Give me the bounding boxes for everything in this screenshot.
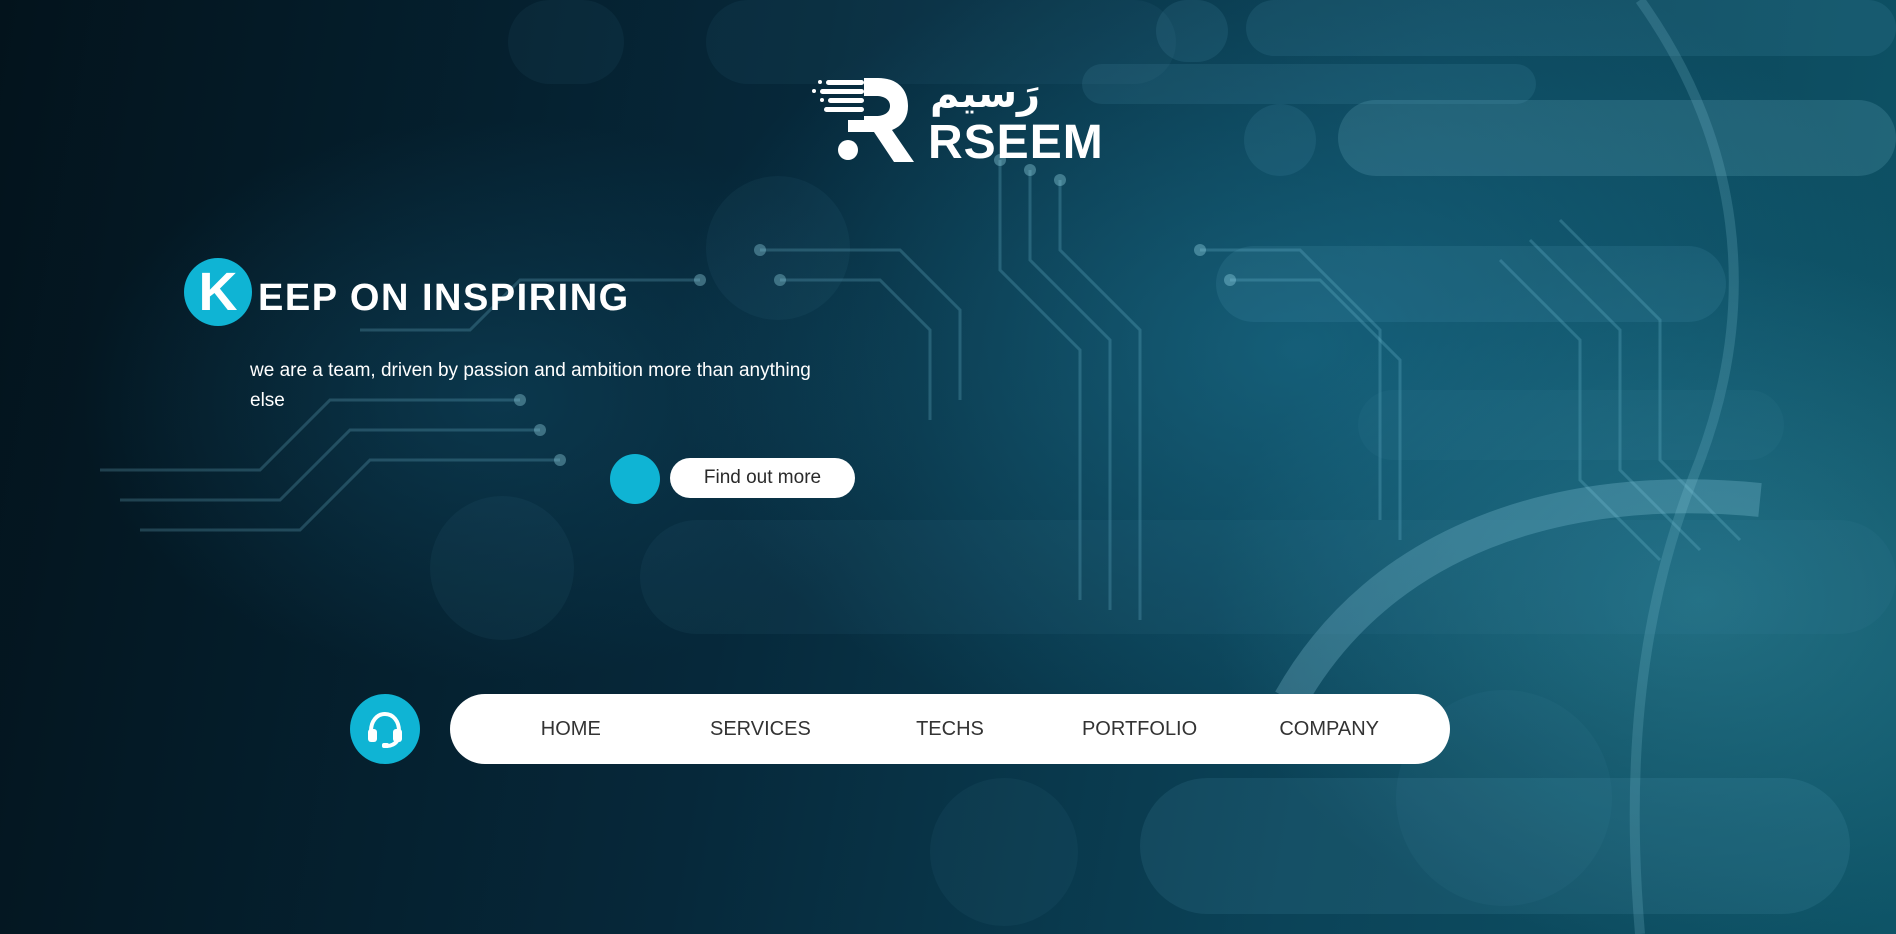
bokeh-decoration	[1244, 104, 1316, 176]
rseem-logo-mark-icon	[812, 78, 914, 162]
bokeh-decoration	[1156, 0, 1228, 62]
hero-tagline: we are a team, driven by passion and amb…	[250, 360, 811, 411]
cta-accent-dot	[610, 454, 660, 504]
nav-item-company[interactable]: COMPANY	[1239, 718, 1419, 741]
bokeh-decoration	[1216, 246, 1726, 322]
bokeh-decoration	[1082, 64, 1536, 104]
brand-arabic-name: رَسيم	[930, 71, 1041, 117]
brand-latin-name: RSEEM	[928, 116, 1104, 169]
site-logo[interactable]: رَسيم RSEEM	[812, 71, 1103, 168]
bokeh-decoration	[1358, 390, 1784, 460]
bokeh-decoration	[430, 496, 574, 640]
nav-item-services[interactable]: SERVICES	[670, 718, 850, 741]
headline-text: EEP ON INSPIRING	[258, 276, 630, 319]
bokeh-decoration	[640, 520, 1896, 634]
bokeh-decoration	[508, 0, 624, 84]
nav-item-techs[interactable]: TECHS	[860, 718, 1040, 741]
find-out-more-button[interactable]: Find out more	[670, 458, 855, 498]
nav-item-portfolio[interactable]: PORTFOLIO	[1050, 718, 1230, 741]
bokeh-decoration	[706, 176, 850, 320]
nav-item-home[interactable]: HOME	[481, 718, 661, 741]
bokeh-decoration	[1246, 0, 1896, 56]
hero-headline: K EEP ON INSPIRING	[184, 257, 630, 327]
headset-icon	[368, 711, 402, 748]
bokeh-decoration	[1338, 100, 1896, 176]
hero-section: رَسيم RSEEM K EEP ON INSPIRING we are a …	[0, 0, 1896, 934]
bokeh-decoration	[930, 778, 1078, 926]
main-navigation: HOME SERVICES TECHS PORTFOLIO COMPANY	[450, 694, 1450, 764]
headline-initial-badge: K	[184, 258, 252, 326]
support-button[interactable]	[350, 694, 420, 764]
